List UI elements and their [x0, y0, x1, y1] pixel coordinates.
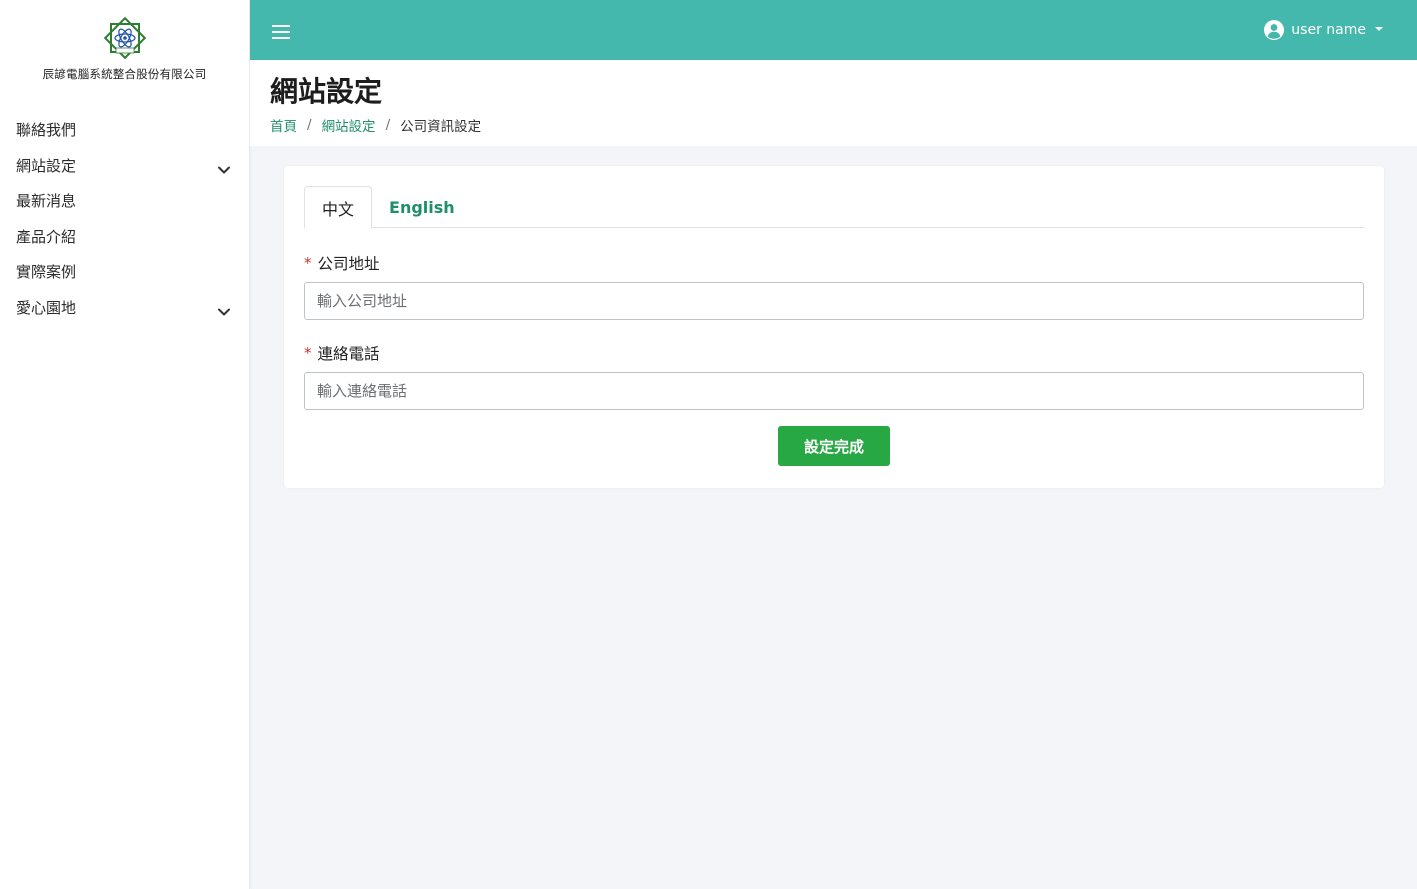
page-header: 網站設定 首頁 / 網站設定 / 公司資訊設定 [250, 60, 1417, 146]
phone-input[interactable] [304, 372, 1364, 410]
page-title: 網站設定 [270, 75, 383, 108]
company-logo[interactable] [101, 14, 149, 62]
address-input[interactable] [304, 282, 1364, 320]
required-mark: * [304, 254, 312, 272]
sidebar-item-contact[interactable]: 聯絡我們 [0, 112, 249, 148]
sidebar-item-products[interactable]: 產品介紹 [0, 219, 249, 255]
phone-label-text: 連絡電話 [317, 345, 380, 363]
tab-chinese[interactable]: 中文 [304, 186, 373, 229]
breadcrumb: 首頁 / 網站設定 / 公司資訊設定 [270, 115, 1417, 135]
brand: 辰諺電腦系統整合股份有限公司 [0, 0, 249, 100]
sidebar-item-label: 網站設定 [16, 156, 77, 175]
sidebar-item-label: 產品介紹 [16, 227, 77, 246]
sidebar-item-site-settings[interactable]: 網站設定 [0, 148, 249, 184]
menu-icon[interactable] [272, 24, 292, 40]
address-label-text: 公司地址 [317, 255, 380, 273]
breadcrumb-home[interactable]: 首頁 [270, 115, 297, 135]
address-group: * 公司地址 [304, 252, 1364, 320]
breadcrumb-current: 公司資訊設定 [400, 119, 482, 135]
caret-down-icon [1375, 27, 1383, 31]
submit-button[interactable]: 設定完成 [778, 426, 890, 466]
sidebar-item-news[interactable]: 最新消息 [0, 183, 249, 219]
chevron-down-icon [218, 308, 230, 316]
sidebar-nav: 聯絡我們 網站設定 最新消息 產品介紹 實際案例 愛心園地 [0, 112, 249, 325]
sidebar: 辰諺電腦系統整合股份有限公司 聯絡我們 網站設定 最新消息 產品介紹 實際案例 … [0, 0, 250, 889]
topbar: user name [250, 0, 1417, 60]
user-name: user name [1291, 22, 1366, 38]
user-circle-icon [1264, 20, 1285, 40]
sidebar-item-label: 聯絡我們 [16, 121, 77, 140]
required-mark: * [304, 344, 312, 362]
tab-english[interactable]: English [372, 186, 472, 228]
company-name: 辰諺電腦系統整合股份有限公司 [42, 67, 207, 81]
sidebar-item-cases[interactable]: 實際案例 [0, 254, 249, 290]
breadcrumb-separator: / [385, 117, 391, 133]
breadcrumb-separator: / [307, 117, 312, 133]
button-row: 設定完成 [304, 426, 1364, 466]
user-menu[interactable]: user name [1264, 20, 1383, 40]
settings-card: 中文 English * 公司地址 * 連絡電話 設定完成 [284, 166, 1384, 488]
address-label: * 公司地址 [304, 252, 1364, 274]
phone-label: * 連絡電話 [304, 342, 1364, 364]
sidebar-item-label: 愛心園地 [16, 298, 77, 317]
sidebar-item-label: 實際案例 [16, 263, 77, 282]
phone-group: * 連絡電話 [304, 342, 1364, 410]
breadcrumb-site-settings[interactable]: 網站設定 [322, 115, 376, 135]
sidebar-item-label: 最新消息 [16, 192, 77, 211]
language-tabs: 中文 English [304, 186, 1364, 229]
sidebar-item-charity[interactable]: 愛心園地 [0, 290, 249, 326]
chevron-down-icon [218, 166, 230, 174]
